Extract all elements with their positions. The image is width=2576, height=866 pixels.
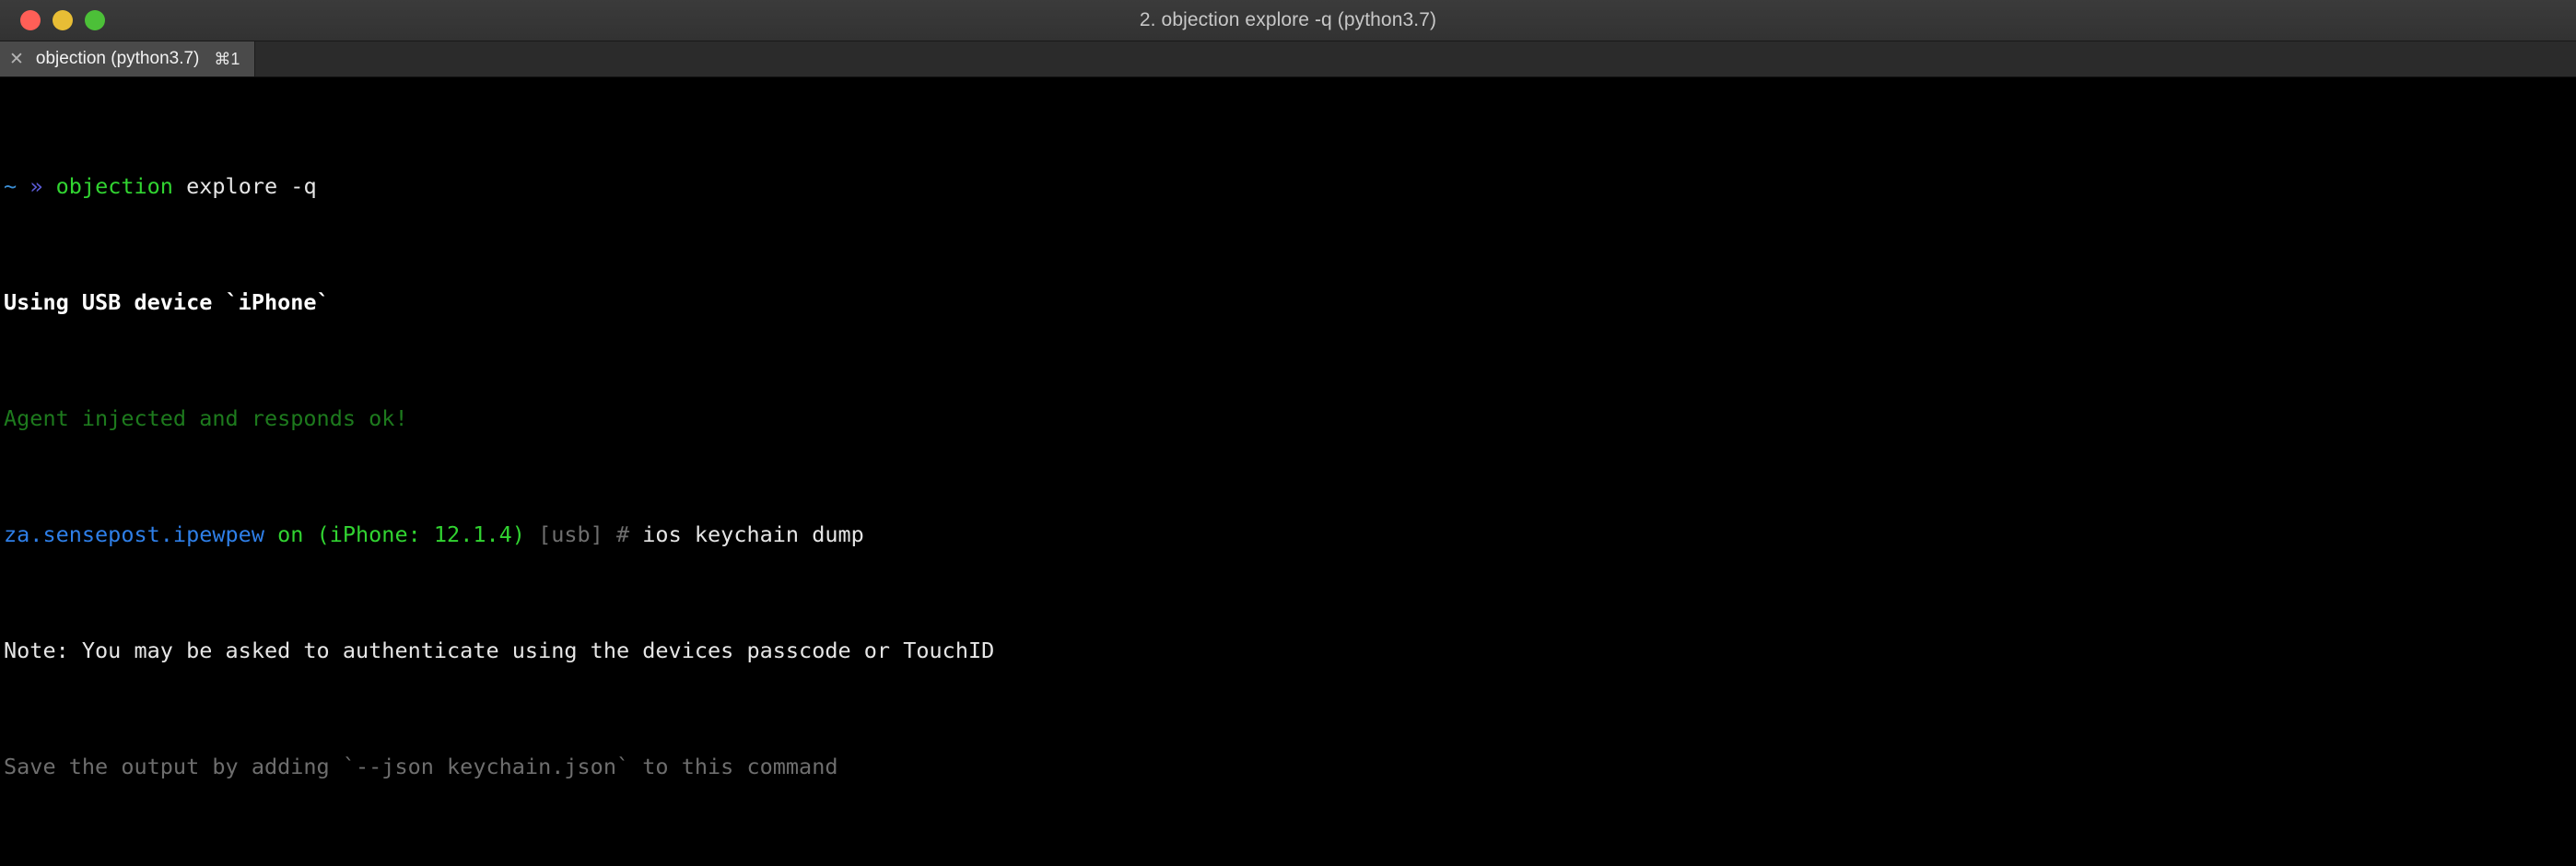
prompt-on-word: on <box>264 521 317 547</box>
window-title: 2. objection explore -q (python3.7) <box>0 0 2576 41</box>
terminal-line-note: Note: You may be asked to authenticate u… <box>4 637 2576 666</box>
close-icon[interactable]: ✕ <box>9 51 24 68</box>
tab-shortcut: ⌘1 <box>214 50 240 69</box>
tab-label: objection (python3.7) <box>36 49 199 69</box>
tab-bar: ✕ objection (python3.7) ⌘1 <box>0 41 2576 77</box>
note-text: Note: You may be asked to authenticate u… <box>4 638 994 663</box>
prompt-arrow-icon: » <box>29 173 42 199</box>
terminal-line-using-device: Using USB device `iPhone` <box>4 288 2576 318</box>
prompt-transport: [usb] <box>525 521 616 547</box>
prompt-hash-symbol: # <box>616 521 642 547</box>
prompt-cwd: ~ <box>4 173 17 199</box>
prompt-space-2 <box>42 173 55 199</box>
tab-objection[interactable]: ✕ objection (python3.7) ⌘1 <box>0 41 255 76</box>
prompt-space-1 <box>17 173 29 199</box>
command-name: objection <box>56 173 173 199</box>
tab-bar-empty-area[interactable] <box>255 41 2576 76</box>
command-args: explore -q <box>173 173 317 199</box>
terminal-line-agent-injected: Agent injected and responds ok! <box>4 404 2576 434</box>
terminal-line-save-hint: Save the output by adding `--json keycha… <box>4 753 2576 782</box>
terminal-output[interactable]: ~ » objection explore -q Using USB devic… <box>0 77 2576 866</box>
terminal-window: 2. objection explore -q (python3.7) ✕ ob… <box>0 0 2576 866</box>
window-titlebar: 2. objection explore -q (python3.7) <box>0 0 2576 41</box>
terminal-line-prompt-1: ~ » objection explore -q <box>4 172 2576 202</box>
typed-command: ios keychain dump <box>642 521 864 547</box>
prompt-bundle-id: za.sensepost.ipewpew <box>4 521 264 547</box>
save-hint-text: Save the output by adding `--json keycha… <box>4 754 837 779</box>
using-device-text: Using USB device `iPhone` <box>4 289 330 315</box>
agent-status-text: Agent injected and responds ok! <box>4 405 408 431</box>
terminal-line-prompt-2: za.sensepost.ipewpew on (iPhone: 12.1.4)… <box>4 521 2576 550</box>
prompt-device-info: (iPhone: 12.1.4) <box>317 521 525 547</box>
